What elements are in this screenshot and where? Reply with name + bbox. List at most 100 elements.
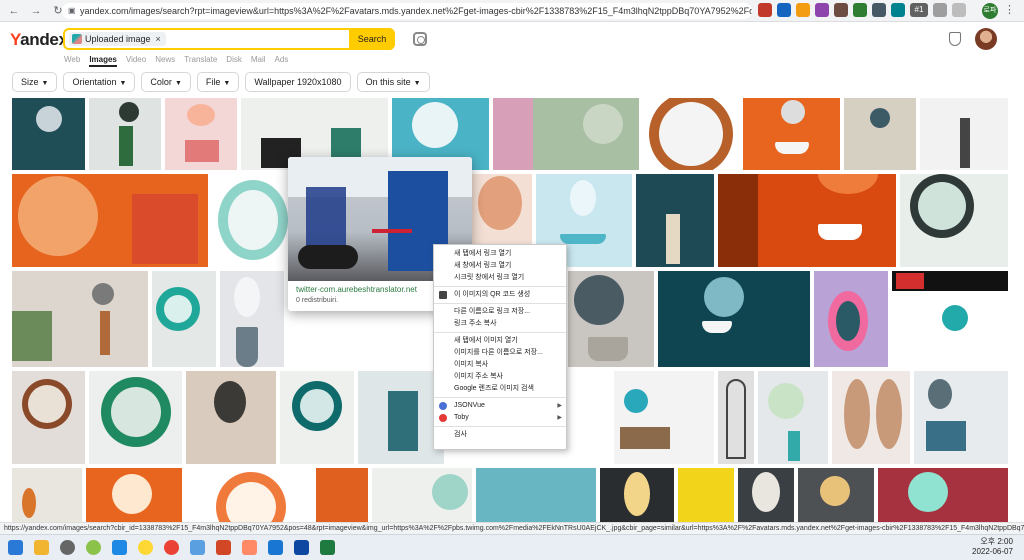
- image-result[interactable]: [658, 271, 810, 367]
- shield-icon[interactable]: [949, 32, 961, 46]
- context-menu-item[interactable]: 새 창에서 링크 열기: [434, 260, 566, 272]
- tab-images[interactable]: Images: [89, 55, 117, 67]
- tab-mail[interactable]: Mail: [251, 55, 266, 67]
- image-result[interactable]: [718, 174, 896, 267]
- extension-icon[interactable]: [834, 3, 848, 17]
- filter-color[interactable]: Color ▼: [141, 72, 191, 92]
- image-result[interactable]: [832, 371, 910, 464]
- chrome-icon[interactable]: [164, 540, 179, 555]
- image-result[interactable]: [600, 468, 674, 522]
- tab-ads[interactable]: Ads: [275, 55, 289, 67]
- image-result[interactable]: [89, 98, 161, 170]
- image-result[interactable]: [358, 371, 444, 464]
- app-icon[interactable]: [294, 540, 309, 555]
- context-menu-item[interactable]: 새 탭에서 이미지 열기: [434, 335, 566, 347]
- tab-translate[interactable]: Translate: [184, 55, 217, 67]
- image-result[interactable]: [678, 468, 734, 522]
- image-search-icon[interactable]: [413, 32, 427, 46]
- extension-icon[interactable]: [891, 3, 905, 17]
- preview-source[interactable]: twitter-com.aurebeshtranslator.net: [296, 285, 417, 294]
- image-result[interactable]: [878, 468, 1008, 522]
- puzzle-icon[interactable]: [933, 3, 947, 17]
- tab-disk[interactable]: Disk: [226, 55, 242, 67]
- filter-on-this-site[interactable]: On this site ▼: [356, 72, 430, 92]
- image-result[interactable]: [900, 174, 1008, 267]
- uploaded-image-chip[interactable]: Uploaded image ×: [69, 32, 166, 46]
- extension-icon[interactable]: [853, 3, 867, 17]
- context-menu-item[interactable]: JSONVue ▶: [434, 400, 566, 412]
- image-result[interactable]: [814, 271, 888, 367]
- settings-icon[interactable]: [60, 540, 75, 555]
- image-result[interactable]: [12, 371, 85, 464]
- context-menu-item[interactable]: 이미지 주소 복사: [434, 371, 566, 383]
- image-result[interactable]: [476, 468, 596, 522]
- address-bar[interactable]: ▣ yandex.com/images/search?rpt=imageview…: [62, 3, 752, 19]
- context-menu-item[interactable]: 다른 이름으로 링크 저장...: [434, 306, 566, 318]
- context-menu-item[interactable]: 이 이미지의 QR 코드 생성: [434, 289, 566, 301]
- app-icon[interactable]: [86, 540, 101, 555]
- image-result[interactable]: [280, 371, 354, 464]
- profile-avatar[interactable]: 로파: [982, 3, 998, 19]
- image-result[interactable]: [165, 98, 237, 170]
- system-clock[interactable]: 오후 2:00 2022-06-07: [972, 537, 1013, 557]
- tab-web[interactable]: Web: [64, 55, 80, 67]
- yandex-logo[interactable]: Yandex: [10, 30, 68, 50]
- image-result[interactable]: [718, 371, 754, 464]
- image-result[interactable]: [152, 271, 216, 367]
- image-result[interactable]: [493, 98, 639, 170]
- filter-orientation[interactable]: Orientation ▼: [63, 72, 136, 92]
- tab-news[interactable]: News: [155, 55, 175, 67]
- file-explorer-icon[interactable]: [34, 540, 49, 555]
- image-result[interactable]: [844, 98, 916, 170]
- windows-start-icon[interactable]: [8, 540, 23, 555]
- image-result[interactable]: [12, 271, 148, 367]
- image-result[interactable]: [643, 98, 739, 170]
- app-icon[interactable]: [190, 540, 205, 555]
- excel-icon[interactable]: [320, 540, 335, 555]
- extension-badge[interactable]: #1: [910, 3, 928, 17]
- image-result[interactable]: [12, 174, 208, 267]
- image-result[interactable]: [212, 174, 290, 267]
- filter-file[interactable]: File ▼: [196, 72, 240, 92]
- image-result[interactable]: [743, 98, 840, 170]
- image-result[interactable]: [892, 271, 1008, 367]
- browser-menu-icon[interactable]: ⋮: [1004, 3, 1015, 16]
- image-result[interactable]: [614, 371, 714, 464]
- image-result[interactable]: [12, 98, 85, 170]
- app-icon[interactable]: [112, 540, 127, 555]
- image-result[interactable]: [568, 271, 654, 367]
- context-menu-item[interactable]: 이미지 복사: [434, 359, 566, 371]
- image-result[interactable]: [920, 98, 1008, 170]
- extension-icon[interactable]: [777, 3, 791, 17]
- filter-wallpaper[interactable]: Wallpaper 1920x1080: [245, 72, 351, 92]
- tab-video[interactable]: Video: [126, 55, 146, 67]
- extension-icon[interactable]: [796, 3, 810, 17]
- image-result[interactable]: [186, 468, 312, 522]
- lock-icon[interactable]: ▣: [68, 3, 76, 19]
- close-icon[interactable]: ×: [156, 34, 161, 44]
- bookmark-icon[interactable]: [952, 3, 966, 17]
- image-result[interactable]: [798, 468, 874, 522]
- image-result[interactable]: [12, 468, 82, 522]
- image-result[interactable]: [914, 371, 1008, 464]
- context-menu-item[interactable]: Google 렌즈로 이미지 검색: [434, 383, 566, 395]
- image-result[interactable]: [636, 174, 714, 267]
- image-result[interactable]: [372, 468, 472, 522]
- context-menu-item[interactable]: Toby ▶: [434, 412, 566, 424]
- image-result[interactable]: [86, 468, 182, 522]
- extension-icon[interactable]: [758, 3, 772, 17]
- search-button[interactable]: Search: [349, 28, 395, 50]
- back-icon[interactable]: ←: [6, 3, 22, 19]
- extension-icon[interactable]: [872, 3, 886, 17]
- context-menu-item[interactable]: 링크 주소 복사: [434, 318, 566, 330]
- image-result[interactable]: [89, 371, 182, 464]
- app-icon[interactable]: [242, 540, 257, 555]
- image-result[interactable]: [316, 468, 368, 522]
- context-menu-item[interactable]: 새 탭에서 링크 열기: [434, 248, 566, 260]
- context-menu-item[interactable]: 검사: [434, 429, 566, 441]
- calculator-icon[interactable]: [268, 540, 283, 555]
- forward-icon[interactable]: →: [28, 3, 44, 19]
- powerpoint-icon[interactable]: [216, 540, 231, 555]
- image-result[interactable]: [220, 271, 284, 367]
- image-result[interactable]: [738, 468, 794, 522]
